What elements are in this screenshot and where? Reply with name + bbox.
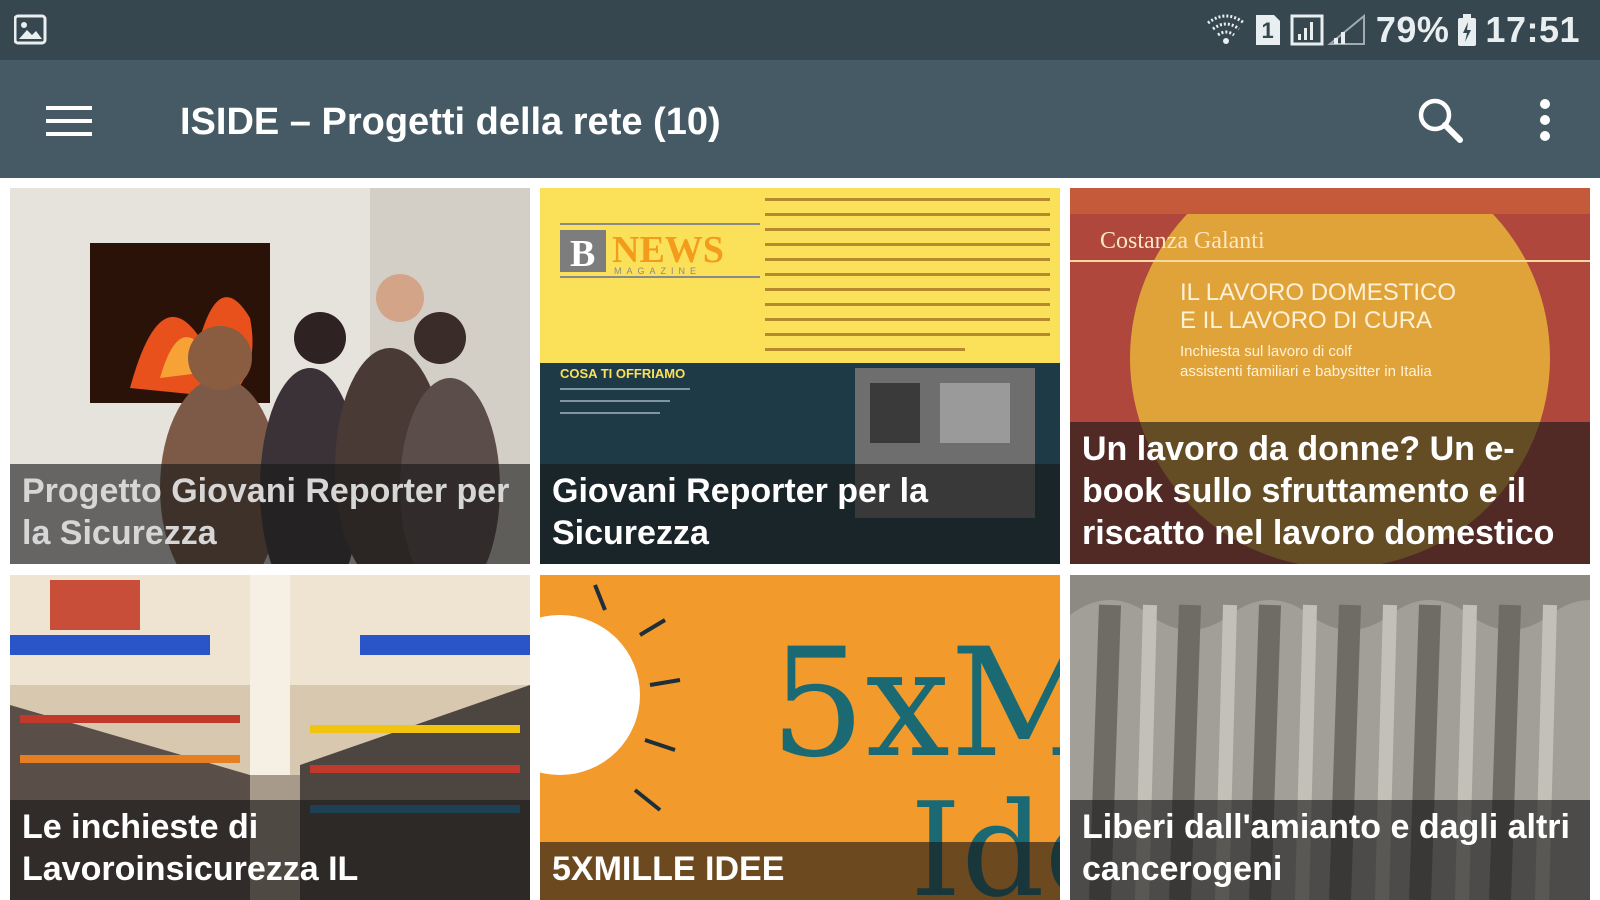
project-card[interactable]: Costanza Galanti IL LAVORO DOMESTICO E I… [1070, 188, 1590, 564]
sim-badge: 1 [1261, 18, 1275, 43]
page-title: ISIDE – Progetti della rete (10) [180, 101, 721, 143]
card-title: Liberi dall'amianto e dagli altri cancer… [1070, 800, 1590, 900]
book-sub-1: Inchiesta sul lavoro di colf [1180, 343, 1353, 360]
book-author: Costanza Galanti [1100, 228, 1265, 254]
book-heading-2: E IL LAVORO DI CURA [1180, 307, 1432, 334]
battery-icon [1457, 13, 1477, 47]
menu-icon[interactable] [38, 90, 98, 150]
book-heading-1: IL LAVORO DOMESTICO [1180, 279, 1456, 306]
search-icon[interactable] [1410, 90, 1470, 150]
more-vert-icon[interactable] [1520, 90, 1570, 150]
logo-news: NEWS [612, 229, 724, 271]
section-label: COSA TI OFFRIAMO [560, 366, 685, 381]
status-bar: 1 79% 17:51 [0, 0, 1600, 60]
card-title: Le inchieste di Lavoroinsicurezza IL [10, 800, 530, 900]
wifi-icon [1206, 13, 1246, 47]
book-sub-2: assistenti familiari e babysitter in Ita… [1180, 363, 1432, 380]
card-title: Giovani Reporter per la Sicurezza [540, 464, 1060, 564]
app-bar: ISIDE – Progetti della rete (10) [0, 60, 1600, 178]
project-card[interactable]: Liberi dall'amianto e dagli altri cancer… [1070, 575, 1590, 900]
logo-sub: MAGAZINE [614, 266, 701, 276]
project-grid: Progetto Giovani Reporter per la Sicurez… [0, 188, 1600, 900]
sim-icon: 1 [1254, 13, 1282, 47]
card-title: Progetto Giovani Reporter per la Sicurez… [10, 464, 530, 564]
card-title: Un lavoro da donne? Un e-book sullo sfru… [1070, 422, 1590, 564]
project-card[interactable]: Le inchieste di Lavoroinsicurezza IL [10, 575, 530, 900]
project-card[interactable]: Progetto Giovani Reporter per la Sicurez… [10, 188, 530, 564]
project-card[interactable]: B NEWS MAGAZINE COSA TI OFFRIAMO Giovani… [540, 188, 1060, 564]
battery-percent: 79% [1375, 9, 1450, 50]
signal-icon [1290, 12, 1368, 48]
gallery-icon [13, 14, 48, 46]
logo-b: B [570, 233, 595, 275]
project-card[interactable]: 5xMi Ide 5XMILLE IDEE [540, 575, 1060, 900]
clock: 17:51 [1485, 9, 1580, 50]
fivexmille-big: 5xMi [770, 617, 1060, 791]
card-title: 5XMILLE IDEE [540, 842, 1060, 900]
